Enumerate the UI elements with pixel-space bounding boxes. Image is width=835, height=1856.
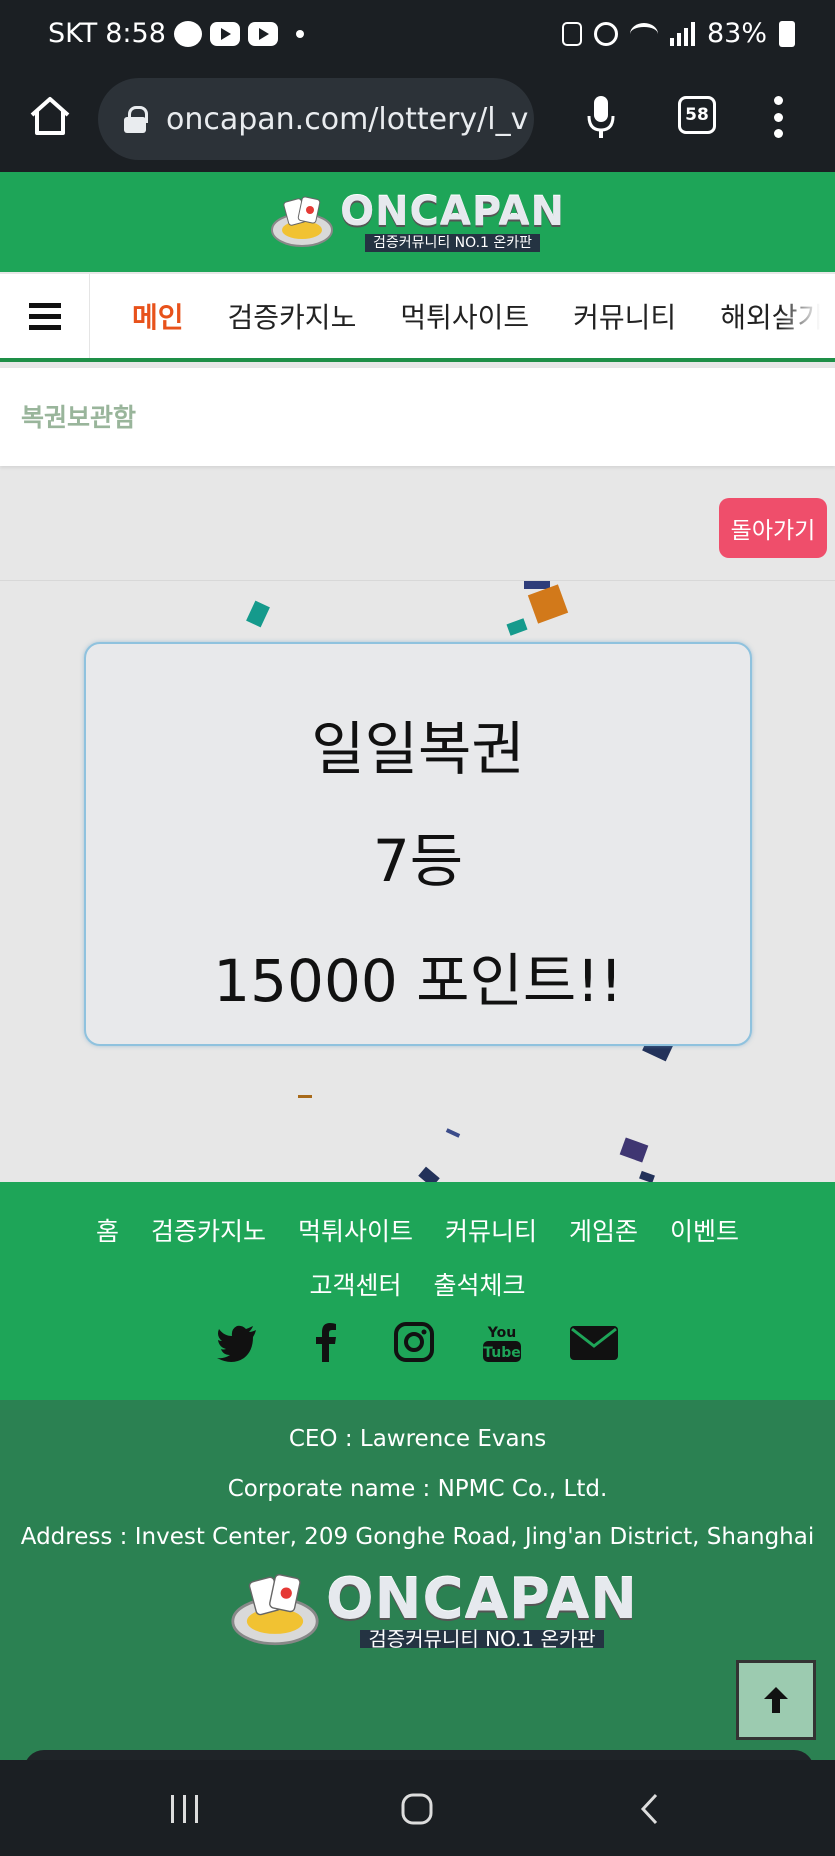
tab-switcher-button[interactable]: 58 xyxy=(678,96,716,134)
footer-link-event[interactable]: 이벤트 xyxy=(670,1212,739,1248)
chat-notification-icon xyxy=(173,20,202,47)
confetti-piece xyxy=(619,1137,649,1163)
footer-logo-tagline: 검증커뮤니티 NO.1 온카판 xyxy=(360,1629,604,1649)
confetti-piece xyxy=(527,584,569,624)
nav-scroll-fade xyxy=(780,274,820,358)
cards-chip-logo-icon xyxy=(231,1574,319,1646)
page-title: 복권보관함 xyxy=(21,403,137,432)
youtube-notification-icon-2 xyxy=(247,21,278,46)
logo-tagline: 검증커뮤니티 NO.1 온카판 xyxy=(364,234,541,252)
hamburger-menu-icon[interactable] xyxy=(0,274,90,358)
svg-text:Tube: Tube xyxy=(483,1345,521,1361)
footer-navigation: 홈 검증카지노 먹튀사이트 커뮤니티 게임존 이벤트 고객센터 출석체크 You… xyxy=(0,1182,835,1400)
ceo-text: CEO : Lawrence Evans xyxy=(288,1426,547,1452)
web-page: ONCAPAN 검증커뮤니티 NO.1 온카판 메인 검증카지노 먹튀사이트 커… xyxy=(0,172,835,1760)
confetti-piece xyxy=(298,1095,312,1098)
footer-logo[interactable]: ONCAPAN 검증커뮤니티 NO.1 온카판 xyxy=(230,1570,638,1650)
footer-link-verified-casino[interactable]: 검증카지노 xyxy=(151,1212,266,1248)
clock: 8:58 xyxy=(105,18,166,49)
footer-link-community[interactable]: 커뮤니티 xyxy=(445,1212,537,1248)
more-menu-icon[interactable] xyxy=(773,96,783,138)
home-button-icon[interactable] xyxy=(400,1792,434,1826)
lottery-result-card: 일일복권 7등 15000 포인트!! xyxy=(84,642,752,1046)
twitter-icon[interactable] xyxy=(216,1320,260,1364)
lottery-rank: 7등 xyxy=(372,827,464,895)
confetti-piece xyxy=(246,600,270,628)
address-bar[interactable]: oncapan.com/lottery/l_v xyxy=(98,78,534,160)
confetti-piece xyxy=(506,618,528,636)
wifi-icon xyxy=(629,22,658,45)
nav-item-scam-sites[interactable]: 먹튀사이트 xyxy=(378,296,551,336)
home-icon[interactable] xyxy=(28,94,72,138)
alarm-icon xyxy=(593,21,618,46)
email-icon[interactable] xyxy=(568,1320,620,1364)
signal-icon xyxy=(669,21,695,46)
carrier-label: SKT xyxy=(48,18,98,49)
footer-link-game-zone[interactable]: 게임존 xyxy=(569,1212,638,1248)
youtube-notification-icon xyxy=(209,21,240,46)
arrow-up-icon xyxy=(764,1687,788,1713)
nav-item-community[interactable]: 커뮤니티 xyxy=(551,296,698,336)
status-bar: SKT 8:58 83% xyxy=(0,0,835,72)
battery-icon xyxy=(779,20,795,47)
facebook-icon[interactable] xyxy=(304,1320,348,1364)
system-navigation-bar xyxy=(0,1760,835,1856)
bottom-sheet-edge xyxy=(24,1750,814,1760)
footer-logo-title: ONCAPAN xyxy=(326,1567,639,1632)
footer-link-scam-sites[interactable]: 먹튀사이트 xyxy=(298,1212,413,1248)
scroll-to-top-button[interactable] xyxy=(736,1660,816,1740)
footer-company-info: CEO : Lawrence Evans Corporate name : NP… xyxy=(0,1400,835,1760)
corporate-name-text: Corporate name : NPMC Co., Ltd. xyxy=(227,1476,608,1502)
confetti-piece xyxy=(445,1128,461,1138)
lottery-name: 일일복권 xyxy=(311,715,525,783)
url-text: oncapan.com/lottery/l_v xyxy=(166,101,529,137)
recent-apps-icon[interactable] xyxy=(168,1792,202,1826)
data-saver-icon xyxy=(561,21,582,46)
site-header: ONCAPAN 검증커뮤니티 NO.1 온카판 xyxy=(0,172,835,272)
svg-text:You: You xyxy=(486,1325,515,1341)
lock-icon xyxy=(124,106,148,133)
main-navigation: 메인 검증카지노 먹튀사이트 커뮤니티 해외살기 xyxy=(0,274,835,362)
browser-toolbar: oncapan.com/lottery/l_v 58 xyxy=(0,72,835,172)
breadcrumb-bar: 복권보관함 xyxy=(0,368,835,466)
social-links: You Tube xyxy=(0,1320,835,1364)
nav-item-verified-casino[interactable]: 검증카지노 xyxy=(206,296,379,336)
logo-title: ONCAPAN xyxy=(340,189,565,235)
microphone-icon[interactable] xyxy=(586,94,616,140)
footer-link-home[interactable]: 홈 xyxy=(96,1212,119,1248)
youtube-icon[interactable]: You Tube xyxy=(480,1320,524,1364)
site-logo[interactable]: ONCAPAN 검증커뮤니티 NO.1 온카판 xyxy=(270,192,565,252)
back-nav-icon[interactable] xyxy=(638,1792,662,1826)
back-button[interactable]: 돌아가기 xyxy=(719,498,827,558)
more-notifications-dot-icon xyxy=(295,29,304,38)
instagram-icon[interactable] xyxy=(392,1320,436,1364)
footer-link-customer-center[interactable]: 고객센터 xyxy=(309,1266,401,1302)
lottery-prize: 15000 포인트!! xyxy=(213,947,623,1015)
footer-link-attendance[interactable]: 출석체크 xyxy=(434,1266,526,1302)
address-text: Address : Invest Center, 209 Gonghe Road… xyxy=(20,1524,815,1550)
nav-item-main[interactable]: 메인 xyxy=(90,296,206,336)
cards-chip-logo-icon xyxy=(271,196,334,247)
battery-percent: 83% xyxy=(706,18,767,49)
